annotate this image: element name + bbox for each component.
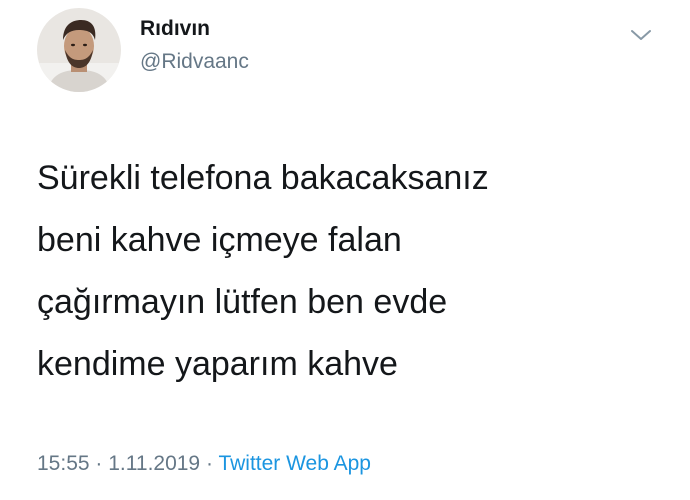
meta-separator: · bbox=[205, 452, 213, 475]
meta-separator: · bbox=[95, 452, 103, 475]
tweet-text: Sürekli telefona bakacaksanız beni kahve… bbox=[37, 147, 657, 395]
tweet-time[interactable]: 15:55 bbox=[37, 452, 90, 475]
tweet-text-line: kendime yaparım kahve bbox=[37, 345, 398, 383]
chevron-down-icon bbox=[631, 30, 651, 40]
avatar[interactable] bbox=[37, 8, 121, 92]
tweet-text-line: Sürekli telefona bakacaksanız bbox=[37, 159, 489, 197]
tweet-text-line: çağırmayın lütfen ben evde bbox=[37, 283, 448, 321]
tweet-text-line: beni kahve içmeye falan bbox=[37, 221, 402, 259]
author-handle[interactable]: @Ridvaanc bbox=[140, 50, 249, 74]
tweet-source-link[interactable]: Twitter Web App bbox=[218, 452, 371, 475]
tweet-meta: 15:55 · 1.11.2019 · Twitter Web App bbox=[37, 452, 371, 476]
author-display-name[interactable]: Rıdıvın bbox=[140, 17, 210, 41]
tweet-date[interactable]: 1.11.2019 bbox=[108, 452, 200, 475]
avatar-photo bbox=[37, 8, 121, 92]
tweet-menu-button[interactable] bbox=[628, 26, 654, 44]
tweet-card: Rıdıvın @Ridvaanc Sürekli telefona bakac… bbox=[0, 0, 690, 500]
